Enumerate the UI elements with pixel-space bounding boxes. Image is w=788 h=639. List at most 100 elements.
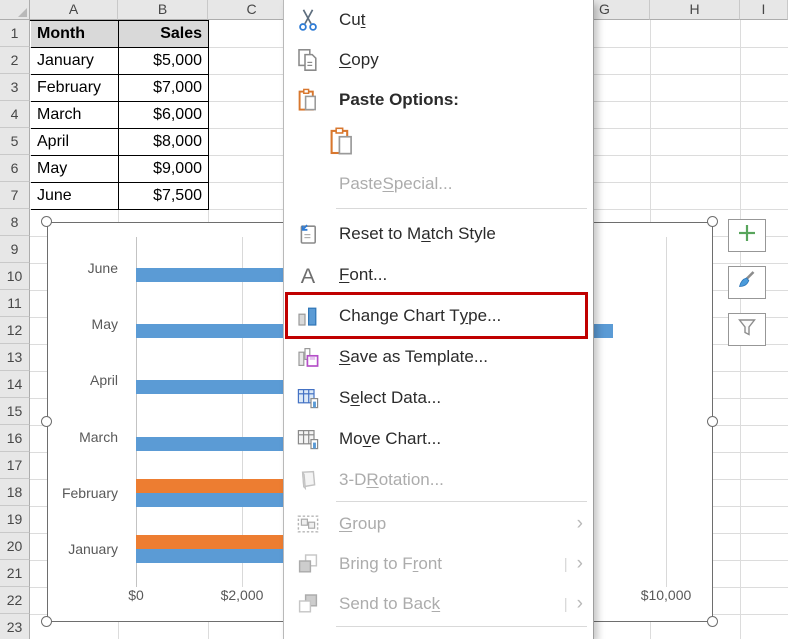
table-cell[interactable]: $8,000 xyxy=(119,129,209,156)
table-cell[interactable]: $7,500 xyxy=(119,183,209,210)
submenu-arrow-icon: |› xyxy=(564,544,583,584)
access-key: S xyxy=(339,347,350,367)
menu-item-cut[interactable]: Cut xyxy=(284,0,593,40)
row-header-22[interactable]: 22 xyxy=(0,587,30,614)
row-header-18[interactable]: 18 xyxy=(0,479,30,506)
chart-resize-handle-top-right[interactable] xyxy=(707,216,718,227)
select-all-triangle-icon xyxy=(18,8,27,17)
chart-elements-button[interactable] xyxy=(728,219,766,252)
menu-item-label: Paste Options: xyxy=(339,80,459,120)
label-text: Send to Bac xyxy=(339,594,432,614)
row-header-12[interactable]: 12 xyxy=(0,317,30,344)
column-header-A[interactable]: A xyxy=(30,0,118,20)
table-header-cell[interactable]: Sales xyxy=(119,21,209,48)
row-header-21[interactable]: 21 xyxy=(0,560,30,587)
submenu-arrow-icon: |› xyxy=(564,584,583,624)
table-cell[interactable]: $9,000 xyxy=(119,156,209,183)
table-cell[interactable]: $6,000 xyxy=(119,102,209,129)
menu-item-save-as-template[interactable]: Save as Template... xyxy=(284,336,593,377)
chart-side-buttons xyxy=(728,219,766,360)
access-key: R xyxy=(366,470,378,490)
table-cell[interactable]: $7,000 xyxy=(119,75,209,102)
menu-item-move-chart[interactable]: Move Chart... xyxy=(284,418,593,459)
table-cell[interactable]: May xyxy=(31,156,119,183)
label-text: Change Chart T xyxy=(339,306,460,326)
table-cell[interactable]: June xyxy=(31,183,119,210)
chart-resize-handle-mid-left[interactable] xyxy=(41,416,52,427)
menu-item-font[interactable]: AFont... xyxy=(284,254,593,295)
row-header-5[interactable]: 5 xyxy=(0,128,30,155)
chart-resize-handle-bottom-left[interactable] xyxy=(41,616,52,627)
excel-worksheet: ABCDEFGHI 123456789101112131415161718192… xyxy=(0,0,788,639)
row-header-11[interactable]: 11 xyxy=(0,290,30,317)
column-header-B[interactable]: B xyxy=(118,0,208,20)
row-header-4[interactable]: 4 xyxy=(0,101,30,128)
category-axis-label: February xyxy=(48,484,118,502)
label-text: Bring to F xyxy=(339,554,413,574)
menu-item-label: Paste Special... xyxy=(339,164,452,204)
table-header-cell[interactable]: Month xyxy=(31,21,119,48)
access-key: k xyxy=(432,594,441,614)
save-template-icon xyxy=(296,345,320,369)
row-header-6[interactable]: 6 xyxy=(0,155,30,182)
table-cell[interactable]: February xyxy=(31,75,119,102)
row-header-17[interactable]: 17 xyxy=(0,452,30,479)
menu-item-copy[interactable]: Copy xyxy=(284,40,593,80)
select-data-icon xyxy=(296,386,320,410)
row-header-10[interactable]: 10 xyxy=(0,263,30,290)
label-text: ont xyxy=(418,554,442,574)
menu-item-reset-to-match-style[interactable]: Reset to Match Style xyxy=(284,213,593,254)
row-header-19[interactable]: 19 xyxy=(0,506,30,533)
row-header-2[interactable]: 2 xyxy=(0,47,30,74)
row-header-8[interactable]: 8 xyxy=(0,209,30,236)
x-axis-tick-label: $0 xyxy=(91,587,181,603)
menu-item-change-chart-type[interactable]: Change Chart Type... xyxy=(284,295,593,336)
menu-paste-option-row xyxy=(284,120,593,164)
label-text: 3-D xyxy=(339,470,366,490)
table-cell[interactable]: $5,000 xyxy=(119,48,209,75)
send-back-icon xyxy=(296,592,320,616)
column-header-H[interactable]: H xyxy=(650,0,740,20)
menu-item-label: Bring to Front xyxy=(339,544,442,584)
chart-filters-button[interactable] xyxy=(728,313,766,346)
label-text: ave as Template... xyxy=(350,347,488,367)
row-header-9[interactable]: 9 xyxy=(0,236,30,263)
access-key: G xyxy=(339,514,352,534)
table-cell[interactable]: January xyxy=(31,48,119,75)
brush-icon xyxy=(736,269,758,296)
chart-resize-handle-mid-right[interactable] xyxy=(707,416,718,427)
table-cell[interactable]: March xyxy=(31,102,119,129)
row-header-13[interactable]: 13 xyxy=(0,344,30,371)
row-header-15[interactable]: 15 xyxy=(0,398,30,425)
menu-item-paste-options[interactable]: Paste Options: xyxy=(284,80,593,120)
chart-resize-handle-bottom-right[interactable] xyxy=(707,616,718,627)
menu-item-label: Move Chart... xyxy=(339,418,441,459)
move-chart-icon xyxy=(296,427,320,451)
row-header-14[interactable]: 14 xyxy=(0,371,30,398)
select-all-corner[interactable] xyxy=(0,0,30,20)
column-header-I[interactable]: I xyxy=(740,0,788,20)
menu-separator-line xyxy=(336,208,587,209)
menu-separator-line xyxy=(336,626,587,627)
label-text: pe... xyxy=(468,306,501,326)
row-header-7[interactable]: 7 xyxy=(0,182,30,209)
sales-table: MonthSalesJanuary$5,000February$7,000Mar… xyxy=(30,20,209,21)
chart-resize-handle-top-left[interactable] xyxy=(41,216,52,227)
menu-item-group: Group› xyxy=(284,504,593,544)
menu-item-select-data[interactable]: Select Data... xyxy=(284,377,593,418)
category-axis-label: April xyxy=(48,371,118,389)
label-text: e Chart... xyxy=(371,429,441,449)
row-header-1[interactable]: 1 xyxy=(0,20,30,47)
access-key: e xyxy=(350,388,359,408)
row-header-3[interactable]: 3 xyxy=(0,74,30,101)
row-header-16[interactable]: 16 xyxy=(0,425,30,452)
row-header-20[interactable]: 20 xyxy=(0,533,30,560)
paste-chip-icon xyxy=(329,127,355,161)
label-text: otation... xyxy=(379,470,444,490)
access-key: C xyxy=(339,50,351,70)
context-menu: CutCopyPaste Options: Paste Special... Res… xyxy=(283,0,594,639)
table-cell[interactable]: April xyxy=(31,129,119,156)
chart-styles-button[interactable] xyxy=(728,266,766,299)
paste-chip-button[interactable] xyxy=(329,127,355,157)
row-header-23[interactable]: 23 xyxy=(0,614,30,639)
